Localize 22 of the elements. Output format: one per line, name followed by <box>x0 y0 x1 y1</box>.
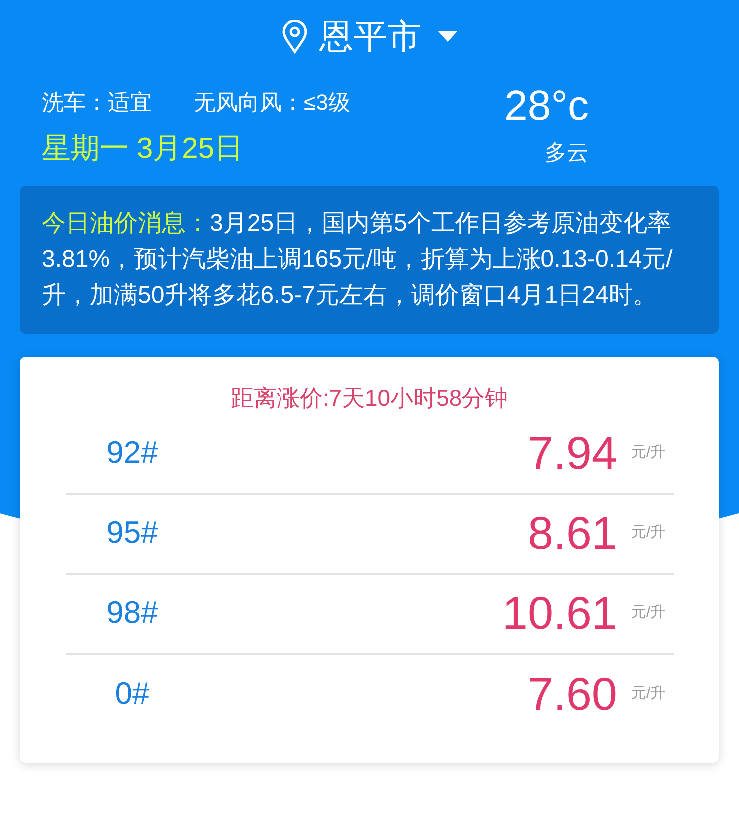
price-countdown: 距离涨价:7天10小时58分钟 <box>230 384 508 412</box>
price-unit: 元/升 <box>632 523 667 544</box>
fuel-grade: 0# <box>114 675 151 714</box>
fuel-grade: 98# <box>106 594 160 632</box>
fuel-price: 8.61 <box>526 506 618 561</box>
dropdown-caret-icon <box>438 31 458 43</box>
wind-info: 无风向风：≤3级 <box>194 88 350 116</box>
oil-price-notice: 今日油价消息：3月25日，国内第5个工作日参考原油变化率3.81%，预计汽柴油上调165元/吨，折算为上涨0.13-0.14元/升，加满50升将多花6.5-7元左右，调价窗口4月1日24时。 <box>20 186 719 334</box>
fuel-price: 10.61 <box>501 586 618 641</box>
fuel-price: 7.94 <box>526 426 618 481</box>
car-wash-index: 洗车：适宜 <box>42 88 152 116</box>
temperature: 28°c <box>504 82 589 130</box>
price-unit: 元/升 <box>632 603 667 624</box>
fuel-price: 7.60 <box>526 667 618 722</box>
weather-condition: 多云 <box>545 139 589 167</box>
price-unit: 元/升 <box>632 443 667 464</box>
city-selector[interactable]: 恩平市 <box>320 20 458 54</box>
fuel-grade: 95# <box>106 514 160 552</box>
date-text: 星期一 3月25日 <box>42 132 244 167</box>
price-unit: 元/升 <box>632 684 667 704</box>
location-pin-icon <box>282 20 308 54</box>
fuel-grade: 92# <box>106 434 160 472</box>
